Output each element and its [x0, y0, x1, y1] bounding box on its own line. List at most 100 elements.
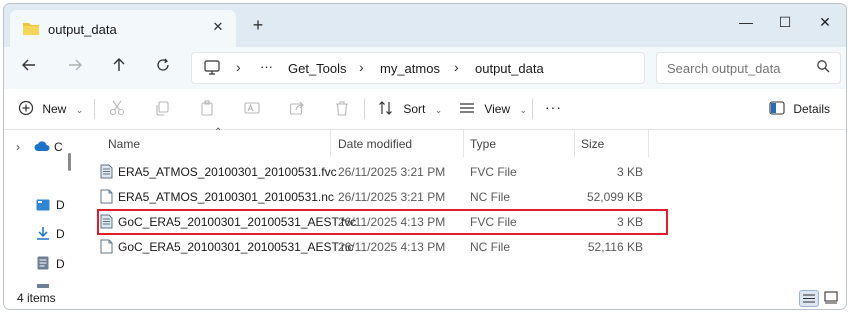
status-bar: 4 items [4, 288, 846, 309]
view-icon [460, 103, 474, 113]
forward-button[interactable] [62, 55, 88, 81]
tiles-view-button[interactable] [822, 290, 842, 307]
file-name: GoC_ERA5_20100301_20100531_AEST.fvc [118, 215, 357, 229]
details-pane-button[interactable]: Details [769, 98, 830, 120]
documents-icon [37, 256, 49, 273]
column-divider[interactable] [330, 130, 331, 157]
tab-close-icon[interactable]: ✕ [208, 17, 228, 37]
column-header-size[interactable]: Size [581, 137, 604, 151]
rename-icon[interactable] [244, 100, 262, 118]
fvc-file-icon [100, 214, 113, 232]
file-date: 26/11/2025 3:21 PM [338, 165, 446, 179]
file-date: 26/11/2025 4:13 PM [338, 240, 446, 254]
more-options-button[interactable]: ··· [545, 96, 562, 118]
view-button[interactable]: View ⌄ [459, 98, 527, 120]
folder-icon [22, 21, 40, 39]
file-name: ERA5_ATMOS_20100301_20100531.fvc [118, 165, 337, 179]
delete-icon[interactable] [334, 100, 352, 118]
refresh-icon [157, 58, 169, 71]
sort-icon [379, 101, 392, 115]
back-arrow-icon [22, 59, 35, 71]
breadcrumb-overflow[interactable]: ··· [260, 59, 273, 74]
minimize-button[interactable]: — [732, 12, 760, 32]
back-button[interactable] [16, 55, 42, 81]
file-date: 26/11/2025 4:13 PM [338, 215, 446, 229]
chevron-down-icon: ⌄ [434, 105, 443, 115]
chevron-right-icon: › [236, 59, 241, 75]
chevron-right-icon: › [359, 59, 364, 75]
search-box[interactable] [656, 52, 841, 84]
sort-button[interactable]: Sort ⌄ [378, 98, 442, 120]
breadcrumb-my-atmos[interactable]: my_atmos [380, 61, 440, 76]
nav-item-downloads[interactable]: D [56, 227, 65, 241]
copy-icon[interactable] [154, 100, 172, 118]
column-divider[interactable] [648, 130, 649, 157]
chevron-right-icon[interactable]: › [16, 140, 20, 154]
sort-ascending-icon: ⌃ [214, 127, 223, 138]
column-divider[interactable] [574, 130, 575, 157]
search-icon[interactable] [816, 59, 830, 76]
table-row[interactable]: ERA5_ATMOS_20100301_20100531.fvc 26/11/2… [84, 160, 844, 185]
nav-item-onedrive[interactable]: C [54, 140, 63, 154]
file-date: 26/11/2025 3:21 PM [338, 190, 446, 204]
details-view-button[interactable] [799, 290, 819, 307]
table-row[interactable]: ERA5_ATMOS_20100301_20100531.nc 26/11/20… [84, 185, 844, 210]
nav-item-desktop[interactable]: D [56, 198, 65, 212]
file-list: ⌃ Name Date modified Type Size ERA5_ATMO… [84, 127, 844, 288]
plus-circle-icon [18, 100, 34, 116]
details-label: Details [793, 102, 831, 116]
details-pane-icon [769, 101, 785, 115]
share-icon[interactable] [289, 100, 307, 118]
tab-output-data[interactable]: output_data ✕ [10, 10, 236, 47]
view-label: View [484, 102, 511, 116]
title-bar: output_data ✕ + — ☐ ✕ [4, 4, 846, 47]
tab-title: output_data [48, 22, 117, 37]
navigation-pane: › C D D D [4, 130, 72, 288]
file-type: FVC File [470, 215, 517, 229]
breadcrumb-get-tools[interactable]: Get_Tools [288, 61, 347, 76]
file-size: 3 KB [616, 165, 643, 179]
nc-file-icon [100, 189, 113, 207]
column-header-name[interactable]: Name [108, 137, 140, 151]
column-divider[interactable] [463, 130, 464, 157]
item-count: 4 items [17, 291, 56, 305]
file-size: 3 KB [616, 215, 643, 229]
chevron-right-icon: › [454, 59, 459, 75]
search-input[interactable] [667, 59, 807, 77]
fvc-file-icon [100, 164, 113, 182]
tiles-view-icon [824, 291, 838, 304]
nav-scrollbar-thumb[interactable] [68, 153, 71, 171]
command-bar: New ⌄ Sort ⌄ View ⌄ ··· Details [4, 89, 846, 130]
refresh-button[interactable] [150, 55, 176, 81]
maximize-button[interactable]: ☐ [771, 12, 799, 32]
address-bar[interactable]: › ··· Get_Tools › my_atmos › output_data [191, 52, 645, 84]
address-row: › ··· Get_Tools › my_atmos › output_data [4, 47, 846, 89]
file-type: FVC File [470, 165, 517, 179]
chevron-down-icon: ⌄ [519, 105, 528, 115]
nav-item-documents[interactable]: D [56, 257, 65, 271]
paste-icon[interactable] [199, 100, 217, 118]
explorer-window: output_data ✕ + — ☐ ✕ › ··· Get_Tools › [3, 3, 847, 310]
column-header-type[interactable]: Type [470, 137, 496, 151]
table-row[interactable]: GoC_ERA5_20100301_20100531_AEST.fvc 26/1… [84, 210, 844, 235]
cloud-icon [34, 141, 50, 155]
desktop-icon [36, 199, 50, 214]
breadcrumb-output-data[interactable]: output_data [475, 61, 544, 76]
file-name: GoC_ERA5_20100301_20100531_AEST.nc [118, 240, 354, 254]
new-label: New [42, 102, 67, 116]
table-row[interactable]: GoC_ERA5_20100301_20100531_AEST.nc 26/11… [84, 235, 844, 260]
cut-icon[interactable] [109, 100, 127, 118]
file-size: 52,116 KB [587, 240, 643, 254]
new-tab-button[interactable]: + [248, 16, 268, 36]
new-button[interactable]: New ⌄ [18, 98, 83, 120]
file-type: NC File [470, 190, 511, 204]
forward-arrow-icon [69, 59, 82, 71]
divider [364, 99, 365, 119]
up-button[interactable] [106, 55, 132, 81]
file-name: ERA5_ATMOS_20100301_20100531.nc [118, 190, 334, 204]
up-arrow-icon [113, 58, 125, 71]
close-window-button[interactable]: ✕ [811, 12, 839, 32]
column-header-date[interactable]: Date modified [338, 137, 412, 151]
divider [94, 99, 95, 119]
monitor-icon [204, 60, 220, 78]
